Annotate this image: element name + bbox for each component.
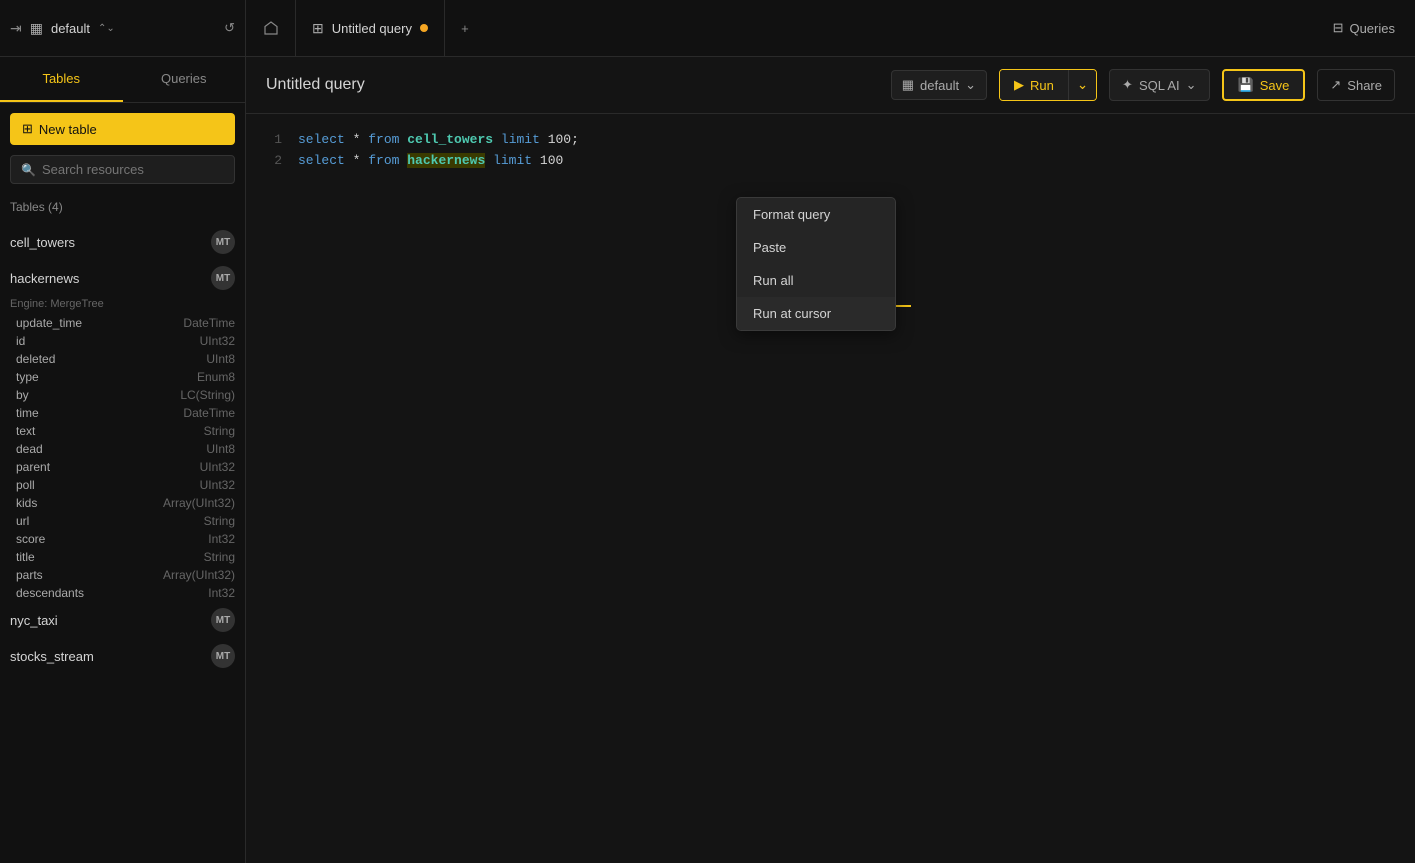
line-number-2: 2 — [266, 151, 282, 172]
table-badge-mt: MT — [211, 230, 235, 254]
field-row-parts: parts Array(UInt32) — [0, 566, 245, 584]
field-row-text: text String — [0, 422, 245, 440]
line-number-1: 1 — [266, 130, 282, 151]
tables-header: Tables (4) — [0, 194, 245, 220]
sql-ai-button[interactable]: ✦ SQL AI ⌄ — [1109, 69, 1210, 101]
db-selector-chevron: ⌄ — [965, 77, 976, 93]
field-row-dead: dead UInt8 — [0, 440, 245, 458]
table-name: cell_towers — [10, 235, 211, 250]
db-name[interactable]: default — [51, 21, 90, 36]
run-dropdown-button[interactable]: ⌄ — [1069, 70, 1096, 100]
db-selector-name: default — [920, 78, 959, 93]
tab-bar: ⊞ Untitled query + — [246, 0, 1313, 56]
query-icon: ⊞ — [312, 20, 324, 37]
chevron-up-down-icon[interactable]: ⌃⌄ — [98, 23, 115, 34]
editor-title: Untitled query — [266, 76, 879, 94]
queries-button[interactable]: ⊟ Queries — [1313, 20, 1415, 36]
field-row-score: score Int32 — [0, 530, 245, 548]
tab-queries[interactable]: Queries — [123, 57, 246, 102]
table-item-nyc_taxi[interactable]: nyc_taxi MT — [0, 602, 245, 638]
table-item-hackernews[interactable]: hackernews MT — [0, 260, 245, 296]
sidebar-content: cell_towers MT hackernews MT Engine: Mer… — [0, 224, 245, 863]
top-bar-left: ⇥ ▦ default ⌃⌄ ↺ — [0, 0, 246, 56]
tab-label: Untitled query — [332, 21, 412, 36]
db-selector[interactable]: ▦ default ⌄ — [891, 70, 987, 100]
editor-header: Untitled query ▦ default ⌄ ▶ Run ⌄ ✦ SQL… — [246, 57, 1415, 114]
active-tab[interactable]: ⊞ Untitled query — [296, 0, 445, 56]
new-table-button[interactable]: ⊞ New table — [10, 113, 235, 145]
code-line-2: 2 select * from hackernews limit 100 — [266, 151, 1395, 172]
sql-ai-chevron: ⌄ — [1186, 77, 1197, 93]
search-icon: 🔍 — [21, 163, 36, 177]
sparkle-icon: ✦ — [1122, 77, 1133, 93]
share-icon: ↗ — [1330, 77, 1341, 93]
engine-label: Engine: MergeTree — [0, 296, 245, 314]
save-icon: 💾 — [1238, 77, 1254, 93]
refresh-icon[interactable]: ↺ — [224, 20, 235, 36]
db-selector-icon: ▦ — [902, 77, 914, 93]
table-name: hackernews — [10, 271, 211, 286]
code-content-2: select * from hackernews limit 100 — [298, 151, 563, 172]
add-tab-button[interactable]: + — [445, 0, 485, 56]
main-content: Tables Queries ⊞ New table 🔍 Tables (4) … — [0, 57, 1415, 863]
field-row-deleted: deleted UInt8 — [0, 350, 245, 368]
sidebar: Tables Queries ⊞ New table 🔍 Tables (4) … — [0, 57, 246, 863]
field-row-title: title String — [0, 548, 245, 566]
context-menu-run-all[interactable]: Run all — [737, 264, 895, 297]
table-plus-icon: ⊞ — [22, 121, 33, 137]
run-button[interactable]: ▶ Run — [1000, 70, 1069, 100]
table-name: nyc_taxi — [10, 613, 211, 628]
field-row-parent: parent UInt32 — [0, 458, 245, 476]
context-menu: Format query Paste Run all Run at cursor — [736, 197, 896, 331]
top-bar: ⇥ ▦ default ⌃⌄ ↺ ⊞ Untitled query + ⊟ Qu… — [0, 0, 1415, 57]
table-item-cell_towers[interactable]: cell_towers MT — [0, 224, 245, 260]
field-row-kids: kids Array(UInt32) — [0, 494, 245, 512]
database-icon: ▦ — [30, 20, 43, 37]
table-item-stocks_stream[interactable]: stocks_stream MT — [0, 638, 245, 674]
run-play-icon: ▶ — [1014, 77, 1024, 93]
field-row-descendants: descendants Int32 — [0, 584, 245, 602]
field-row-url: url String — [0, 512, 245, 530]
field-row-time: time DateTime — [0, 404, 245, 422]
table-badge-mt: MT — [211, 266, 235, 290]
unsaved-dot — [420, 24, 428, 32]
code-content-1: select * from cell_towers limit 100; — [298, 130, 579, 151]
field-row-poll: poll UInt32 — [0, 476, 245, 494]
context-menu-paste[interactable]: Paste — [737, 231, 895, 264]
tab-tables[interactable]: Tables — [0, 57, 123, 102]
table-badge-mt: MT — [211, 608, 235, 632]
field-row-id: id UInt32 — [0, 332, 245, 350]
save-button[interactable]: 💾 Save — [1222, 69, 1306, 101]
home-button[interactable] — [246, 0, 296, 56]
run-button-group: ▶ Run ⌄ — [999, 69, 1097, 101]
field-row-update_time: update_time DateTime — [0, 314, 245, 332]
editor-area: Untitled query ▦ default ⌄ ▶ Run ⌄ ✦ SQL… — [246, 57, 1415, 863]
back-icon[interactable]: ⇥ — [10, 20, 22, 37]
table-name: stocks_stream — [10, 649, 211, 664]
share-button[interactable]: ↗ Share — [1317, 69, 1395, 101]
search-input[interactable] — [42, 162, 224, 177]
code-line-1: 1 select * from cell_towers limit 100; — [266, 130, 1395, 151]
queries-icon: ⊟ — [1333, 20, 1344, 36]
table-badge-mt: MT — [211, 644, 235, 668]
run-chevron-icon: ⌄ — [1077, 77, 1088, 92]
context-menu-run-cursor[interactable]: Run at cursor — [737, 297, 895, 330]
sidebar-tabs: Tables Queries — [0, 57, 245, 103]
search-box: 🔍 — [10, 155, 235, 184]
field-row-type: type Enum8 — [0, 368, 245, 386]
field-row-by: by LC(String) — [0, 386, 245, 404]
context-menu-format[interactable]: Format query — [737, 198, 895, 231]
queries-label: Queries — [1349, 21, 1395, 36]
